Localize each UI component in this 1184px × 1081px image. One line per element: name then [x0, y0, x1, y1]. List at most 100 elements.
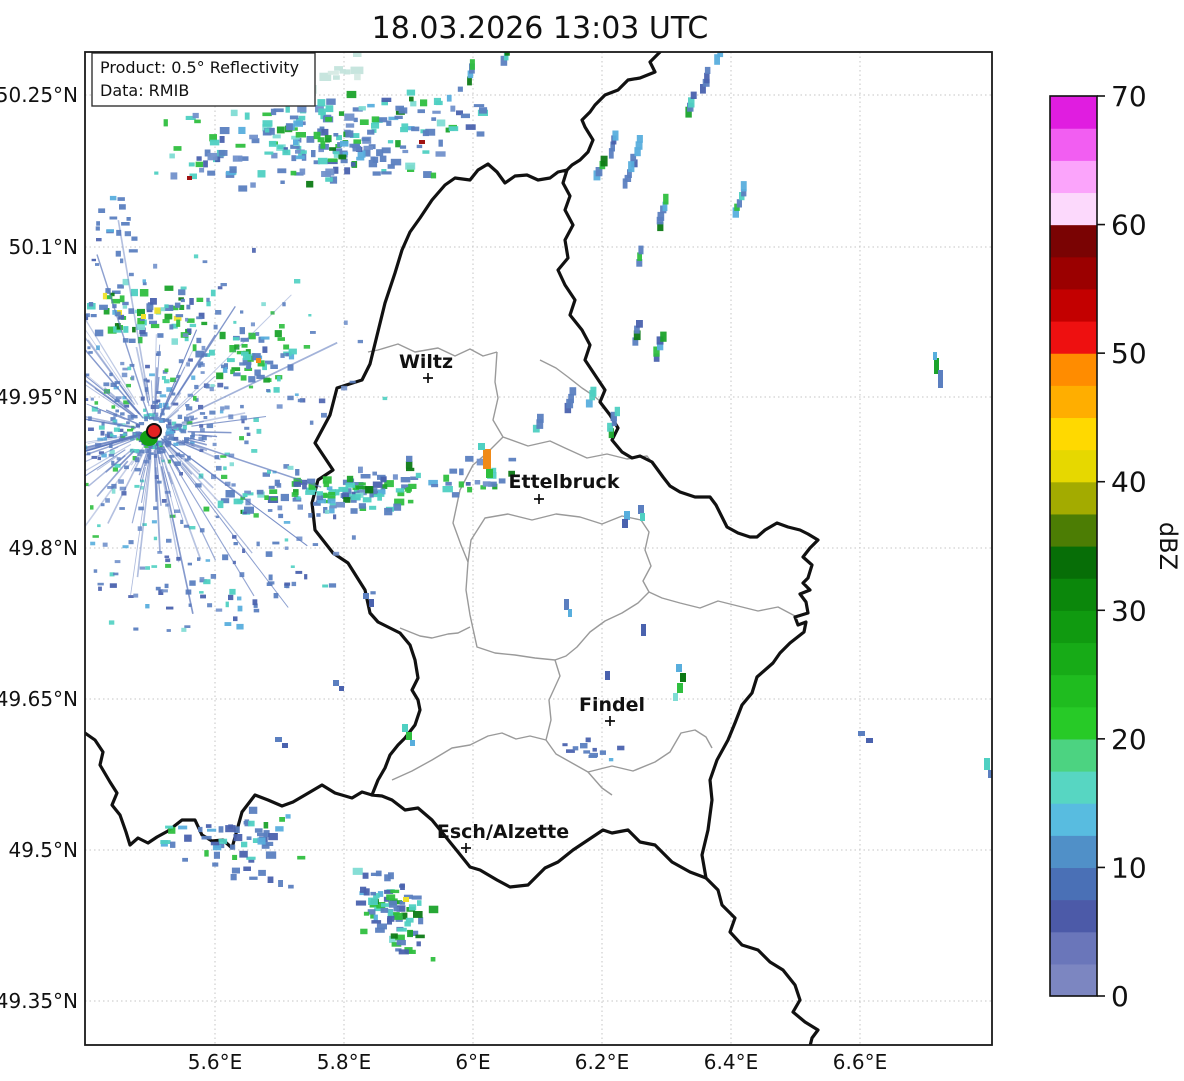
radar-echo: [276, 483, 282, 488]
radar-echo: [166, 606, 174, 610]
radar-echo: [139, 566, 146, 570]
radar-echo: [186, 406, 193, 411]
radar-echo: [238, 126, 246, 134]
colorbar-tick-label: 70: [1111, 80, 1147, 113]
radar-echo: [206, 301, 211, 307]
radar-echo: [346, 475, 354, 483]
radar-echo: [109, 583, 117, 588]
radar-echo: [321, 412, 327, 418]
radar-echo: [119, 204, 126, 210]
radar-echo: [217, 286, 223, 290]
radar-echo: [458, 481, 464, 488]
radar-echo: [97, 582, 104, 586]
radar-echo: [233, 542, 238, 546]
radar-echo: [220, 406, 225, 411]
radar-echo: [430, 172, 437, 179]
radar-echo: [263, 822, 269, 829]
radar-echo: [189, 298, 194, 305]
radar-echo: [95, 263, 100, 266]
radar-echo: [128, 249, 138, 253]
radar-echo: [636, 135, 643, 143]
radar-echo: [267, 876, 274, 883]
radar-echo: [170, 841, 176, 848]
radar-echo: [407, 499, 414, 504]
radar-echo: [218, 826, 224, 833]
radar-echo: [209, 139, 220, 146]
radar-echo-cell: [256, 358, 261, 363]
radar-echo: [460, 113, 470, 119]
radar-echo: [224, 405, 230, 410]
radar-echo: [144, 416, 148, 422]
radar-echo: [408, 483, 417, 489]
y-tick-label: 49.5°N: [9, 838, 79, 862]
radar-echo: [309, 420, 314, 425]
radar-echo: [638, 245, 644, 255]
radar-echo: [325, 117, 333, 122]
radar-echo: [244, 112, 250, 120]
radar-echo: [164, 285, 174, 291]
radar-echo: [360, 474, 371, 479]
radar-echo: [132, 326, 136, 333]
radar-echo: [94, 329, 104, 337]
radar-echo: [97, 524, 101, 528]
radar-echo: [409, 96, 414, 102]
radar-echo: [252, 599, 258, 606]
colorbar-segment: [1050, 417, 1097, 451]
radar-echo: [294, 279, 301, 284]
radar-echo: [192, 344, 197, 352]
radar-echo: [255, 332, 260, 336]
radar-echo: [233, 616, 238, 622]
radar-echo: [188, 162, 195, 167]
radar-echo-cell: [568, 609, 572, 617]
radar-echo: [120, 412, 125, 416]
radar-echo: [279, 817, 285, 822]
radar-echo: [377, 493, 382, 501]
radar-echo: [370, 872, 381, 876]
radar-echo: [405, 162, 416, 170]
radar-echo: [282, 149, 291, 156]
radar-echo: [395, 105, 404, 111]
radar-echo: [270, 364, 278, 369]
radar-echo: [361, 137, 370, 142]
radar-echo: [479, 107, 488, 114]
radar-echo: [291, 492, 298, 497]
colorbar-segment: [1050, 546, 1097, 579]
radar-echo: [210, 289, 216, 297]
radar-echo: [142, 282, 147, 286]
radar-echo: [229, 462, 234, 467]
radar-echo: [210, 574, 217, 579]
radar-echo: [268, 574, 273, 581]
radar-echo: [109, 433, 114, 437]
colorbar-segment: [1050, 835, 1097, 869]
radar-echo: [338, 111, 345, 116]
radar-echo: [244, 426, 250, 430]
radar-echo: [229, 588, 236, 595]
radar-echo: [329, 147, 336, 151]
radar-echo: [201, 835, 212, 840]
radar-echo: [482, 481, 491, 487]
radar-echo: [278, 880, 283, 887]
radar-echo: [201, 345, 206, 351]
radar-echo: [327, 498, 336, 504]
radar-echo: [268, 485, 275, 489]
x-tick-label: 5.8°E: [317, 1050, 371, 1074]
radar-echo: [128, 595, 134, 598]
radar-echo: [109, 195, 117, 201]
radar-echo: [291, 581, 297, 587]
radar-echo: [168, 436, 175, 441]
radar-echo: [162, 319, 170, 324]
radar-echo: [465, 124, 476, 130]
radar-echo: [394, 115, 403, 119]
radar-echo: [358, 503, 366, 509]
radar-echo: [277, 337, 285, 341]
radar-echo: [256, 541, 260, 547]
radar-echo: [333, 133, 339, 137]
radar-echo: [302, 484, 307, 490]
radar-echo: [359, 119, 369, 125]
radar-echo: [233, 372, 241, 377]
radar-echo-cell: [638, 505, 644, 514]
radar-echo: [192, 112, 199, 119]
radar-echo: [131, 375, 135, 381]
radar-echo: [352, 867, 363, 875]
radar-echo: [245, 365, 251, 370]
